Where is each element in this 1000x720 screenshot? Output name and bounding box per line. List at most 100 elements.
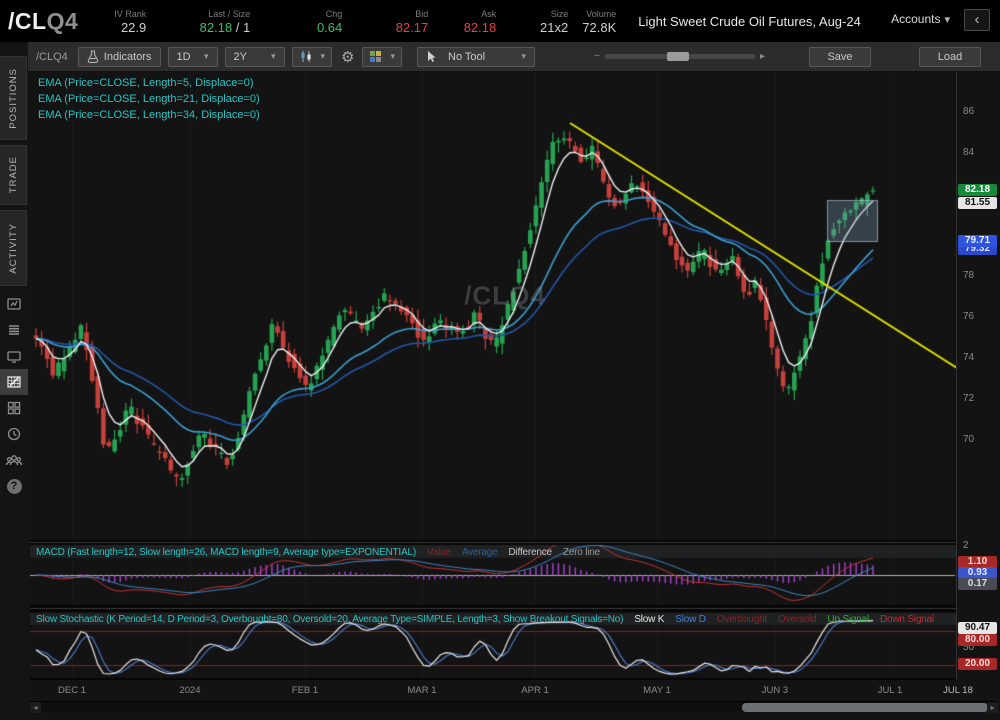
flask-icon — [87, 50, 99, 63]
chevron-down-icon: ▾ — [521, 51, 526, 62]
collapse-panel-button[interactable]: ‹ — [964, 9, 990, 31]
chevron-left-icon: ‹ — [975, 11, 980, 28]
legend-item: Overbought — [717, 614, 767, 625]
history-clock-icon[interactable] — [0, 421, 28, 447]
date-label: FEB 1 — [292, 685, 318, 696]
sidebar-tab-activity[interactable]: ACTIVITY — [0, 210, 27, 286]
drawing-tool-dropdown[interactable]: No Tool ▾ — [417, 47, 535, 67]
scroll-right-arrow[interactable]: ▸ — [987, 702, 998, 713]
sidebar-tab-trade[interactable]: TRADE — [0, 145, 27, 205]
price-tick-label: 86 — [963, 106, 974, 117]
time-axis[interactable]: DEC 12024FEB 1MAR 1APR 1MAY 1JUN 3JUL 1J… — [28, 680, 1000, 700]
price-chart-canvas[interactable] — [30, 72, 956, 680]
slider-track[interactable] — [605, 54, 755, 59]
monitor-icon[interactable] — [0, 343, 28, 369]
layout-grid-dropdown[interactable]: ▾ — [362, 47, 402, 67]
left-sidebar: POSITIONS TRADE ACTIVITY ? — [0, 42, 28, 720]
sidebar-tab-positions[interactable]: POSITIONS — [0, 56, 27, 140]
field-size: Size 21x2 — [500, 8, 572, 35]
field-change: Chg 0.64 — [254, 8, 346, 35]
scrollbar-thumb[interactable] — [742, 703, 988, 712]
date-label: MAR 1 — [407, 685, 436, 696]
chevron-down-icon: ▾ — [204, 51, 209, 62]
instrument-description: Light Sweet Crude Oil Futures, Aug-24 — [638, 14, 861, 29]
chart-panel: EMA (Price=CLOSE, Length=5, Displace=0) … — [28, 72, 1000, 720]
axis-value-badge: 81.55 — [958, 197, 997, 209]
field-last-size: Last / Size 82.18 / 1 — [150, 8, 254, 35]
date-label: JUL 18 — [943, 685, 973, 696]
stochastic-study-label: Slow Stochastic (K Period=14, D Period=3… — [36, 614, 623, 625]
accounts-menu[interactable]: Accounts▾ — [891, 12, 950, 26]
community-icon[interactable] — [0, 447, 28, 473]
load-button[interactable]: Load — [919, 47, 981, 67]
indicators-button[interactable]: Indicators — [78, 47, 161, 67]
chevron-down-icon: ▾ — [271, 51, 276, 62]
axis-tick-label: 2 — [963, 540, 969, 551]
legend-item: Slow D — [675, 614, 705, 625]
macd-label-row: MACD (Fast length=12, Slow length=26, MA… — [36, 546, 976, 559]
axis-value-badge: 20.00 — [958, 658, 997, 670]
field-bid: Bid 82.17 — [346, 8, 432, 35]
legend-item: Slow K — [634, 614, 664, 625]
symbol-root: /CL — [8, 8, 47, 34]
chevron-down-icon: ▾ — [321, 51, 326, 62]
date-label: APR 1 — [521, 685, 548, 696]
axis-value-badge: 80.00 — [958, 634, 997, 646]
quote-fields: IV Rank 22.9 Last / Size 82.18 / 1 Chg 0… — [92, 8, 620, 35]
ema34-label: EMA (Price=CLOSE, Length=34, Displace=0) — [38, 107, 260, 123]
horizontal-scrollbar: ◂ ▸ — [30, 701, 998, 712]
range-dropdown[interactable]: 2Y▾ — [225, 47, 285, 67]
date-label: JUN 3 — [762, 685, 788, 696]
symbol-suffix: Q4 — [47, 8, 79, 34]
question-mark-icon: ? — [7, 479, 22, 494]
price-axis[interactable]: 8684787674727025079.3279.7182.1881.551.1… — [956, 72, 1000, 680]
gear-icon[interactable]: ⚙ — [341, 48, 354, 66]
chevron-down-icon: ▾ — [944, 14, 950, 26]
date-label: 2024 — [179, 685, 200, 696]
macd-study-label: MACD (Fast length=12, Slow length=26, MA… — [36, 547, 416, 558]
legend-item: Value — [427, 547, 451, 558]
price-tick-label: 78 — [963, 270, 974, 281]
legend-item: Difference — [509, 547, 552, 558]
chart-style-dropdown[interactable]: ▾ — [292, 47, 333, 67]
axis-value-badge: 90.47 — [958, 622, 997, 634]
field-iv-rank: IV Rank 22.9 — [92, 8, 150, 35]
timeframe-dropdown[interactable]: 1D▾ — [168, 47, 218, 67]
stochastic-label-row: Slow Stochastic (K Period=14, D Period=3… — [36, 613, 976, 626]
help-icon[interactable]: ? — [0, 473, 28, 499]
scroll-left-arrow[interactable]: ◂ — [30, 702, 41, 713]
grid-icon[interactable] — [0, 395, 28, 421]
legend-item: Oversold — [778, 614, 816, 625]
price-tick-label: 84 — [963, 147, 974, 158]
chart-toolbar: /CLQ4 Indicators 1D▾ 2Y▾ ▾ ⚙ ▾ No Tool ▾… — [28, 42, 1000, 72]
symbol-watermark: /CLQ4 — [464, 281, 546, 312]
quote-box-icon[interactable] — [0, 291, 28, 317]
cursor-icon — [426, 50, 437, 63]
axis-value-badge: 82.18 — [958, 184, 997, 196]
caret-right-icon[interactable]: ▸ — [760, 51, 765, 62]
date-label: JUL 1 — [878, 685, 902, 696]
price-tick-label: 74 — [963, 352, 974, 363]
field-volume: Volume 72.8K — [572, 8, 620, 35]
chart-pencil-icon[interactable] — [0, 369, 28, 395]
axis-value-badge: 0.17 — [958, 578, 997, 590]
axis-value-badge: 79.71 — [958, 235, 997, 247]
candlestick-icon — [299, 50, 313, 63]
field-ask: Ask 82.18 — [432, 8, 500, 35]
symbol-title: /CLQ4 — [8, 8, 78, 35]
chevron-down-icon: ▾ — [390, 51, 395, 62]
price-tick-label: 72 — [963, 393, 974, 404]
legend-item: Average — [462, 547, 498, 558]
slider-thumb[interactable] — [667, 52, 689, 61]
minus-icon[interactable]: − — [594, 51, 600, 62]
legend-item: Up Signal — [827, 614, 869, 625]
save-button[interactable]: Save — [809, 47, 871, 67]
ema5-label: EMA (Price=CLOSE, Length=5, Displace=0) — [38, 75, 260, 91]
legend-item: Down Signal — [880, 614, 934, 625]
time-zoom-slider: − ▸ — [589, 51, 770, 62]
date-label: MAY 1 — [643, 685, 671, 696]
layout-grid-icon — [369, 50, 382, 63]
study-labels: EMA (Price=CLOSE, Length=5, Displace=0) … — [38, 75, 260, 123]
quote-header: /CLQ4 IV Rank 22.9 Last / Size 82.18 / 1… — [0, 0, 1000, 42]
list-icon[interactable] — [0, 317, 28, 343]
